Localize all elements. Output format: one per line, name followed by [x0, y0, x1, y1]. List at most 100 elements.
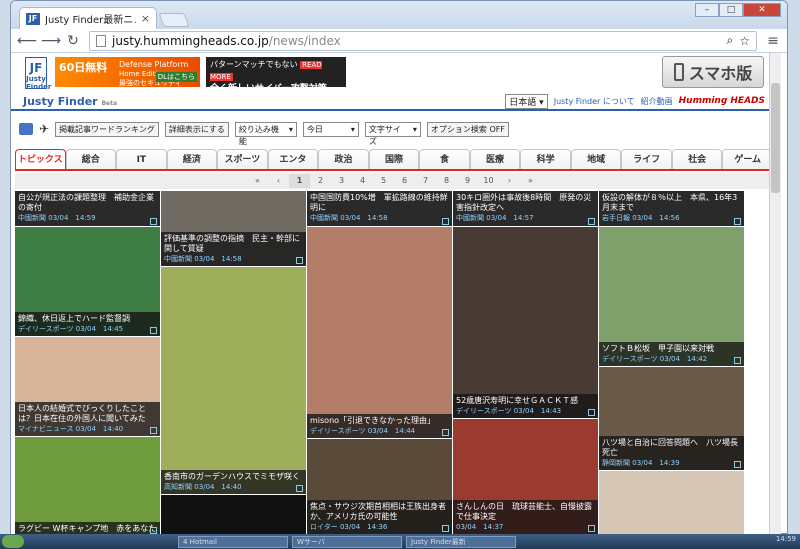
article-title[interactable]: ラグビー W杯キャンプ地 赤をあなた [18, 524, 156, 533]
tab-category[interactable]: 地域 [570, 149, 622, 169]
tab-category[interactable]: IT [116, 149, 167, 169]
browser-tab[interactable]: JF Justy Finder最新ニュース × [19, 7, 157, 29]
article-card[interactable]: 八ツ場と自治に回答問題へ 八ツ場長死亡 静岡新聞 03/04 14:39 [599, 367, 744, 470]
article-title[interactable]: 中国国防費10%増 軍拡路線の維持鮮明に [310, 193, 448, 212]
page-link[interactable]: 9 [457, 174, 478, 188]
page-link[interactable]: 10 [478, 174, 499, 188]
fontsize-select[interactable]: 文字サイズ ▾ [364, 121, 421, 146]
page-link[interactable]: » [520, 174, 541, 188]
share-icon[interactable] [150, 427, 157, 434]
ranking-button[interactable]: 掲載記事ワードランキング [55, 121, 159, 137]
start-button[interactable] [2, 535, 24, 548]
tab-category[interactable]: 総合 [65, 149, 117, 169]
article-title[interactable]: さんしんの日 琉球芸能士、自慢披露で仕事決定 [456, 502, 592, 521]
share-icon[interactable] [150, 327, 157, 334]
scrollbar-thumb[interactable] [771, 83, 780, 193]
share-icon[interactable] [296, 485, 303, 492]
ad-cyber-attack[interactable]: パターンマッチでもない READ MORE 全く新しいサイバー攻撃対策 [206, 57, 346, 94]
article-title[interactable]: 焦点・サウジ次期首相相は王族出身者か、アメリカ氏の可能性 [310, 502, 446, 521]
video-link[interactable]: 紹介動画 [641, 96, 673, 107]
article-card[interactable]: 中国国防費10%増 軍拡路線の維持鮮明に 中國新聞 03/04 14:58 [307, 191, 452, 226]
share-icon[interactable] [734, 461, 741, 468]
maximize-button[interactable]: □ [719, 3, 743, 17]
article-card[interactable]: 自公が規正法の課題整理 補助金企業の寄付 中國新聞 03/04 14:59 [15, 191, 160, 226]
tab-category[interactable]: ライフ [621, 149, 672, 169]
reload-icon[interactable]: ↻ [65, 33, 81, 49]
back-icon[interactable]: ⟵ [17, 33, 37, 49]
page-link[interactable]: 6 [394, 174, 415, 188]
article-title[interactable]: ソフトＢ松坂 甲子園以来対戦 [602, 344, 714, 353]
option-search-toggle[interactable]: オプション検索 OFF [426, 121, 509, 137]
article-title[interactable]: 日本人の結婚式でびっくりしたことは？日本在住の外国人に聞いてみた [18, 404, 146, 423]
share-icon[interactable] [442, 218, 449, 225]
page-link[interactable]: 3 [331, 174, 352, 188]
share-icon[interactable] [588, 525, 595, 532]
plane-icon[interactable]: ✈ [39, 122, 49, 136]
taskbar-item[interactable]: 4 Hotmail [178, 535, 288, 548]
page-link[interactable]: › [499, 174, 520, 188]
article-card[interactable]: ラグビー W杯キャンプ地 赤をあなた [15, 437, 160, 534]
article-card[interactable]: 30キロ圏外は事故後8時間 原発の災害指針改定へ 中國新聞 03/04 14:57 [453, 191, 598, 226]
article-image[interactable] [161, 495, 306, 534]
detail-view-button[interactable]: 詳細表示にする [164, 121, 229, 137]
minimize-button[interactable]: – [695, 3, 719, 17]
address-bar[interactable]: justy.hummingheads.co.jp/news/index ⌕ ☆ [89, 30, 757, 51]
article-image[interactable] [307, 227, 452, 438]
tab-category[interactable]: 国際 [368, 149, 420, 169]
article-card[interactable]: 52歳唐沢寿明に幸せＧＡＣＫＴ感 デイリースポーツ 03/04 14:43 [453, 227, 598, 418]
share-icon[interactable] [734, 218, 741, 225]
article-title[interactable]: 30キロ圏外は事故後8時間 原発の災害指針改定へ [456, 193, 591, 212]
zoom-icon[interactable]: ⌕ [727, 33, 734, 48]
scrollbar[interactable] [769, 53, 781, 534]
close-tab-icon[interactable]: × [141, 12, 150, 25]
justy-logo[interactable]: JF Justy Finder [25, 57, 51, 91]
article-image[interactable] [453, 227, 598, 418]
window-close-button[interactable]: ✕ [743, 3, 781, 17]
share-icon[interactable] [296, 257, 303, 264]
page-link[interactable]: 5 [373, 174, 394, 188]
article-title[interactable]: misono「引退できなかった理由」 [310, 416, 435, 425]
page-link[interactable]: 4 [352, 174, 373, 188]
share-icon[interactable] [150, 527, 157, 534]
article-card[interactable]: misono「引退できなかった理由」 デイリースポーツ 03/04 14:44 [307, 227, 452, 438]
article-title[interactable]: 評価基準の調整の指摘 民主・幹部に関して質疑 [164, 234, 300, 253]
book-icon[interactable] [19, 123, 33, 135]
new-tab-button[interactable] [158, 13, 190, 27]
page-link[interactable]: 2 [310, 174, 331, 188]
article-card[interactable]: 日本人の結婚式でびっくりしたことは？日本在住の外国人に聞いてみた マイナビニュース… [15, 337, 160, 436]
share-icon[interactable] [442, 429, 449, 436]
tab-category[interactable]: 医療 [469, 149, 521, 169]
about-link[interactable]: Justy Finder について [554, 96, 635, 107]
article-image[interactable] [161, 267, 306, 494]
page-link[interactable]: ‹ [268, 174, 289, 188]
article-title[interactable]: 52歳唐沢寿明に幸せＧＡＣＫＴ感 [456, 396, 578, 405]
tab-category[interactable]: 社会 [671, 149, 723, 169]
article-image[interactable] [15, 437, 160, 534]
tab-category[interactable]: エンタ [267, 149, 319, 169]
taskbar-item[interactable]: Justy Finder最新 [406, 535, 516, 548]
taskbar-item[interactable]: Wサーバ [292, 535, 402, 548]
page-link[interactable]: 1 [289, 174, 310, 188]
article-card[interactable]: 香南市のガーデンハウスでミモザ咲く 高知新聞 03/04 14:40 [161, 267, 306, 494]
tab-category[interactable]: 科学 [520, 149, 571, 169]
date-select[interactable]: 今日 ▾ [302, 121, 359, 137]
share-icon[interactable] [734, 357, 741, 364]
smartphone-version-button[interactable]: スマホ版 [662, 56, 764, 88]
share-icon[interactable] [442, 525, 449, 532]
article-title[interactable]: 錦織、休日返上でハード監督調 [18, 314, 130, 323]
page-link[interactable]: 8 [436, 174, 457, 188]
tab-category[interactable]: 食 [419, 149, 470, 169]
page-link[interactable]: « [247, 174, 268, 188]
menu-icon[interactable]: ≡ [765, 33, 781, 49]
page-link[interactable]: 7 [415, 174, 436, 188]
tab-category[interactable]: 政治 [318, 149, 369, 169]
article-card[interactable]: さんしんの日 琉球芸能士、自慢披露で仕事決定 03/04 14:37 [453, 419, 598, 534]
forward-icon[interactable]: ⟶ [41, 33, 61, 49]
article-card[interactable]: ソフトＢ松坂 甲子園以来対戦 デイリースポーツ 03/04 14:42 [599, 227, 744, 366]
language-select[interactable]: 日本語 ▾ [505, 93, 548, 109]
refine-select[interactable]: 絞り込み機能 ▾ [234, 121, 297, 146]
article-title[interactable]: 仮設の解体が８％以上 本県、16年3月末まで [602, 193, 737, 212]
article-card[interactable]: 錦織、休日返上でハード監督調 デイリースポーツ 03/04 14:45 [15, 227, 160, 336]
article-card[interactable]: 仮設の解体が８％以上 本県、16年3月末まで 岩手日報 03/04 14:56 [599, 191, 744, 226]
article-card[interactable] [599, 471, 744, 534]
